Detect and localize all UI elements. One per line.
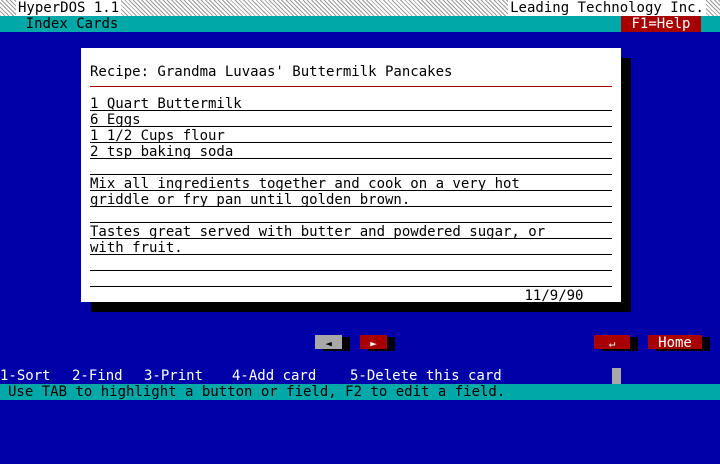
card-line-rule xyxy=(410,206,612,207)
status-bar: Use TAB to highlight a button or field, … xyxy=(0,384,720,400)
card-line-text: Mix all ingredients together and cook on… xyxy=(90,176,520,192)
index-card: Recipe: Grandma Luvaas' Buttermilk Panca… xyxy=(81,48,621,304)
card-line-rule xyxy=(241,110,612,111)
fkey-delete-card[interactable]: 5-Delete this card xyxy=(350,368,502,384)
card-date: 11/9/90 xyxy=(524,288,584,304)
card-line-rule xyxy=(90,286,612,287)
card-line-text: Tastes great served with butter and powd… xyxy=(90,224,546,240)
card-line: 2 tsp baking soda xyxy=(90,144,612,160)
card-line-text: with fruit. xyxy=(90,240,183,256)
card-line xyxy=(90,256,612,272)
fkey-sort[interactable]: 1-Sort xyxy=(0,368,51,384)
card-line-rule xyxy=(233,158,612,159)
status-message: Use TAB to highlight a button or field, … xyxy=(8,384,506,400)
company-name: Leading Technology Inc. xyxy=(508,0,706,16)
card-line xyxy=(90,208,612,224)
card-line-rule xyxy=(519,190,612,191)
card-line-rule xyxy=(90,174,612,175)
title-bar: HyperDOS 1.1 Leading Technology Inc. xyxy=(0,0,720,16)
card-line-text: 1 1/2 Cups flour xyxy=(90,128,225,144)
fkey-print[interactable]: 3-Print xyxy=(144,368,203,384)
card-line: 1 Quart Buttermilk xyxy=(90,96,612,112)
card-line-text: griddle or fry pan until golden brown. xyxy=(90,192,411,208)
previous-card-button[interactable]: ◄ xyxy=(315,335,350,351)
home-label: Home xyxy=(658,335,692,351)
card-line-text: 1 Quart Buttermilk xyxy=(90,96,242,112)
card-line: Tastes great served with butter and powd… xyxy=(90,224,612,240)
recipe-title-field[interactable]: Recipe: Grandma Luvaas' Buttermilk Panca… xyxy=(90,64,452,80)
card-line-text: 2 tsp baking soda xyxy=(90,144,234,160)
title-divider xyxy=(90,86,612,87)
stack-title: Index Cards xyxy=(16,16,128,32)
card-line xyxy=(90,160,612,176)
card-line: 1 1/2 Cups flour xyxy=(90,128,612,144)
home-button[interactable]: Home xyxy=(648,335,710,351)
next-card-button[interactable]: ► xyxy=(360,335,395,351)
card-line-rule xyxy=(140,126,612,127)
card-line-rule xyxy=(545,238,612,239)
app-name: HyperDOS 1.1 xyxy=(16,0,122,16)
right-arrow-icon: ► xyxy=(370,337,377,350)
card-line: 6 Eggs xyxy=(90,112,612,128)
fkey-add-card[interactable]: 4-Add card xyxy=(232,368,316,384)
return-button[interactable]: ↵ xyxy=(594,335,638,351)
stack-bar: Index Cards F1=Help xyxy=(0,16,720,32)
card-line-text: 6 Eggs xyxy=(90,112,141,128)
card-line-rule xyxy=(90,270,612,271)
card-line: with fruit. xyxy=(90,240,612,256)
card-line xyxy=(90,272,612,288)
card-line: griddle or fry pan until golden brown. xyxy=(90,192,612,208)
left-arrow-icon: ◄ xyxy=(325,337,332,350)
card-line-rule xyxy=(224,142,612,143)
card-line-rule xyxy=(182,254,612,255)
fkey-find[interactable]: 2-Find xyxy=(72,368,123,384)
scroll-thumb[interactable] xyxy=(612,368,621,384)
help-button[interactable]: F1=Help xyxy=(621,16,701,32)
card-line-rule xyxy=(90,222,612,223)
card-line: Mix all ingredients together and cook on… xyxy=(90,176,612,192)
return-arrow-icon: ↵ xyxy=(608,337,616,350)
